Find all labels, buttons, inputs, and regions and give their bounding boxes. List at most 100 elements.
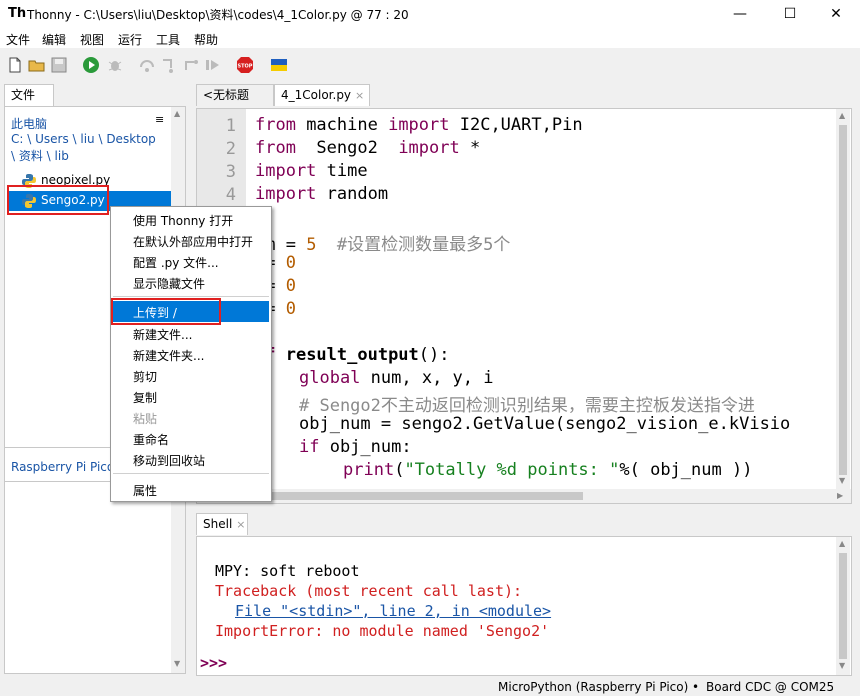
number-literal: 0 xyxy=(285,276,296,296)
tab-4_1color[interactable]: 4_1Color.py × xyxy=(274,84,370,106)
code-line-16: print("Totally %d points: "%( obj_num )) xyxy=(343,460,752,480)
new-file-icon[interactable] xyxy=(6,56,24,74)
menu-item-new-file[interactable]: 新建文件... xyxy=(133,326,192,343)
scroll-up-icon[interactable]: ▲ xyxy=(839,111,845,120)
code-line-3: import time xyxy=(255,161,368,181)
comment: #设置检测数量最多5个 xyxy=(316,235,511,255)
scroll-down-icon[interactable]: ▼ xyxy=(174,659,180,668)
open-folder-icon[interactable] xyxy=(28,56,46,74)
code-text: ( xyxy=(394,460,405,480)
device-label[interactable]: Raspberry Pi Pico xyxy=(11,460,114,474)
step-over-icon[interactable] xyxy=(138,56,156,74)
step-out-icon[interactable] xyxy=(182,56,200,74)
code-text: num, x, y, i xyxy=(360,368,494,388)
thonny-app-icon: Th xyxy=(8,6,27,21)
status-separator: • xyxy=(692,680,700,694)
tab-files[interactable]: 文件× xyxy=(4,84,54,122)
highlight-box xyxy=(7,185,109,215)
menu-item-copy[interactable]: 复制 xyxy=(133,389,157,406)
tab-untitled[interactable]: <无标题>× xyxy=(196,84,274,122)
menu-view[interactable]: 视图 xyxy=(80,31,104,48)
menu-item-properties[interactable]: 属性 xyxy=(133,482,157,499)
run-icon[interactable] xyxy=(82,56,100,74)
function-name: result_output xyxy=(285,345,419,365)
window-title: Thonny - C:\Users\liu\Desktop\资料\codes\4… xyxy=(27,8,409,22)
title-bar: Th Thonny - C:\Users\liu\Desktop\资料\code… xyxy=(0,0,860,28)
menu-item-show-hidden[interactable]: 显示隐藏文件 xyxy=(133,275,205,292)
minimize-button[interactable]: — xyxy=(720,3,760,25)
editor-scrollbar-vertical[interactable]: ▲ ▼ xyxy=(836,109,850,489)
editor-scrollbar-horizontal[interactable]: ◀ ▶ xyxy=(197,489,851,503)
stop-icon[interactable]: STOP xyxy=(236,56,254,74)
maximize-button[interactable]: ☐ xyxy=(770,3,810,25)
keyword: global xyxy=(299,368,361,388)
keyword: import xyxy=(388,115,450,135)
menu-item-new-folder[interactable]: 新建文件夹... xyxy=(133,347,204,364)
breadcrumb-path[interactable]: C: \ Users \ liu \ Desktop \ 资料 \ lib xyxy=(11,131,161,165)
code-line-13: # Sengo2不主动返回检测识别结果，需要主控板发送指令进 xyxy=(299,391,755,416)
shell-scrollbar[interactable]: ▲ ▼ xyxy=(836,537,850,675)
menu-help[interactable]: 帮助 xyxy=(194,31,218,48)
scroll-down-icon[interactable]: ▼ xyxy=(839,661,845,670)
code-line-12: global num, x, y, i xyxy=(299,368,493,388)
menu-separator xyxy=(113,473,269,474)
comment: # Sengo2不主动返回检测识别结果，需要主控板发送指令进 xyxy=(299,396,755,416)
menu-tools[interactable]: 工具 xyxy=(156,31,180,48)
menu-edit[interactable]: 编辑 xyxy=(42,31,66,48)
code-line-14: obj_num = sengo2.GetValue(sengo2_vision_… xyxy=(299,414,790,434)
tab-4_1color-label: 4_1Color.py xyxy=(281,88,352,102)
code-text: I2C,UART,Pin xyxy=(449,115,583,135)
close-icon[interactable]: × xyxy=(355,89,364,102)
line-number: 3 xyxy=(225,162,236,182)
ukraine-flag-icon[interactable] xyxy=(270,56,288,74)
tab-files-label: 文件 xyxy=(11,88,36,102)
tab-shell-label: Shell xyxy=(203,517,233,531)
code-line-6: um = 5 #设置检测数量最多5个 xyxy=(255,230,510,255)
debug-icon[interactable] xyxy=(106,56,124,74)
status-bar: MicroPython (Raspberry Pi Pico) • Board … xyxy=(0,678,860,696)
close-button[interactable]: ✕ xyxy=(816,3,856,25)
scroll-down-icon[interactable]: ▼ xyxy=(839,476,845,485)
menu-icon[interactable]: ≡ xyxy=(155,113,164,126)
menu-item-open-thonny[interactable]: 使用 Thonny 打开 xyxy=(133,212,233,229)
traceback-link[interactable]: File "<stdin>", line 2, in <module> xyxy=(235,602,551,620)
menu-item-open-external[interactable]: 在默认外部应用中打开 xyxy=(133,233,253,250)
scroll-up-icon[interactable]: ▲ xyxy=(839,539,845,548)
menu-item-recycle[interactable]: 移动到回收站 xyxy=(133,452,205,469)
menu-file[interactable]: 文件 xyxy=(6,31,30,48)
menu-item-rename[interactable]: 重命名 xyxy=(133,431,169,448)
shell-output-line: MPY: soft reboot xyxy=(215,562,360,580)
scroll-right-icon[interactable]: ▶ xyxy=(837,491,843,500)
port-status[interactable]: Board CDC @ COM25 xyxy=(706,680,834,694)
menu-run[interactable]: 运行 xyxy=(118,31,142,48)
shell-prompt[interactable]: >>> xyxy=(200,654,227,672)
keyword: from xyxy=(255,115,296,135)
scroll-thumb[interactable] xyxy=(839,125,847,475)
save-icon[interactable] xyxy=(50,56,68,74)
builtin: print xyxy=(343,460,395,480)
toolbar: STOP xyxy=(0,52,860,80)
code-text: (): xyxy=(418,345,450,365)
scroll-up-icon[interactable]: ▲ xyxy=(174,109,180,118)
interpreter-status[interactable]: MicroPython (Raspberry Pi Pico) xyxy=(498,680,688,694)
line-number: 4 xyxy=(225,185,236,205)
code-text: * xyxy=(459,138,481,158)
line-number: 2 xyxy=(225,139,236,159)
close-icon[interactable]: × xyxy=(236,518,245,531)
menu-item-configure-py[interactable]: 配置 .py 文件... xyxy=(133,254,219,271)
scroll-thumb[interactable] xyxy=(839,553,847,659)
code-text: machine xyxy=(295,115,389,135)
keyword: if xyxy=(299,437,320,457)
resume-icon[interactable] xyxy=(204,56,222,74)
shell-error-line: Traceback (most recent call last): xyxy=(215,582,523,600)
tab-shell[interactable]: Shell × xyxy=(196,513,248,535)
step-into-icon[interactable] xyxy=(160,56,178,74)
this-pc-label[interactable]: 此电脑 xyxy=(11,115,47,132)
string-literal: "Totally %d points: " xyxy=(404,460,620,480)
code-line-11: ef result_output(): xyxy=(255,345,450,365)
number-literal: 0 xyxy=(285,299,296,319)
code-line-2: from Sengo2 import * xyxy=(255,138,480,158)
code-text: time xyxy=(316,161,368,181)
code-text: obj_num = sengo2.GetValue(sengo2_vision_… xyxy=(299,414,791,434)
menu-item-cut[interactable]: 剪切 xyxy=(133,368,157,385)
